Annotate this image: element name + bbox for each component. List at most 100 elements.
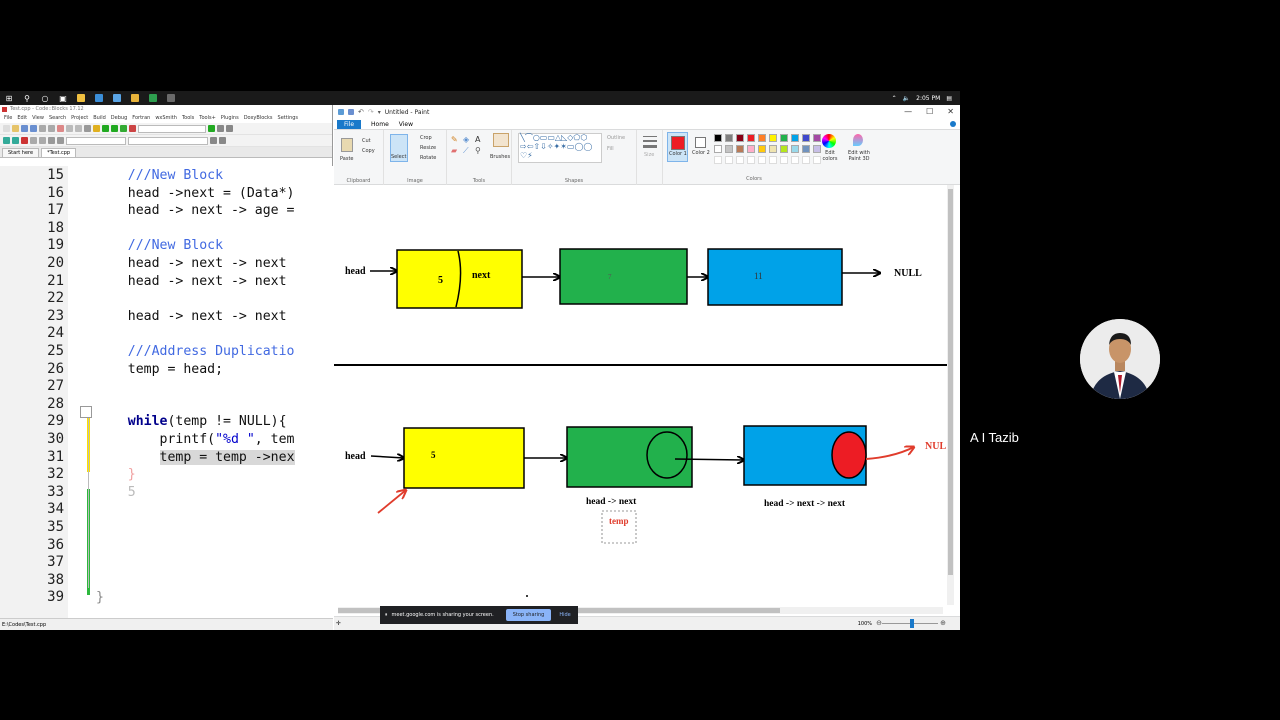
- copy-icon[interactable]: [66, 125, 73, 132]
- code-line[interactable]: printf("%d ", tem: [96, 432, 295, 447]
- uncomment-icon[interactable]: [57, 137, 64, 144]
- palette-swatch[interactable]: [714, 145, 722, 153]
- menu-item-doxyblocks[interactable]: DoxyBlocks: [244, 114, 273, 123]
- menu-item-tools-[interactable]: Tools+: [199, 114, 216, 123]
- save-all-icon[interactable]: [30, 125, 37, 132]
- palette-swatch[interactable]: [769, 145, 777, 153]
- palette-swatch[interactable]: [747, 134, 755, 142]
- code-line[interactable]: ///Address Duplicatio: [96, 344, 295, 359]
- code-line[interactable]: }: [96, 590, 104, 605]
- fill-button[interactable]: Fill: [607, 146, 614, 152]
- palette-swatch[interactable]: [769, 134, 777, 142]
- build-run-icon[interactable]: [111, 125, 118, 132]
- notification-icon[interactable]: ▤: [946, 95, 952, 102]
- menu-item-plugins[interactable]: Plugins: [221, 114, 239, 123]
- palette-swatch[interactable]: [725, 145, 733, 153]
- code-line[interactable]: ///New Block: [96, 168, 223, 183]
- custom-color-slot[interactable]: [791, 156, 799, 164]
- copy-button[interactable]: Copy: [362, 148, 375, 154]
- paint-icon[interactable]: [167, 94, 175, 102]
- maximize-icon[interactable]: ☐: [926, 107, 933, 116]
- app-icon-1[interactable]: [95, 94, 103, 102]
- eraser-icon[interactable]: ▰: [451, 146, 457, 155]
- debug-step-icon[interactable]: [217, 125, 224, 132]
- palette-swatch[interactable]: [736, 145, 744, 153]
- new-file-icon[interactable]: [3, 125, 10, 132]
- codeblocks-icon[interactable]: [149, 94, 157, 102]
- color-picker-icon[interactable]: ⟋: [463, 146, 469, 156]
- file-explorer-icon[interactable]: [77, 94, 85, 102]
- code-line[interactable]: head -> next -> next: [96, 274, 287, 289]
- edit-colors-button[interactable]: Edit colors: [820, 150, 840, 162]
- save-icon[interactable]: [21, 125, 28, 132]
- chevron-up-icon[interactable]: ⌃: [892, 95, 897, 102]
- back-icon[interactable]: [3, 137, 10, 144]
- custom-color-slot[interactable]: [769, 156, 777, 164]
- code-line[interactable]: 5: [96, 485, 136, 500]
- outline-button[interactable]: Outline: [607, 135, 625, 141]
- code-line[interactable]: head ->next = (Data*): [96, 186, 295, 201]
- fold-toggle[interactable]: [80, 406, 92, 418]
- size-button[interactable]: Size: [644, 152, 654, 158]
- abort-icon[interactable]: [129, 125, 136, 132]
- crop-button[interactable]: Crop: [420, 135, 432, 141]
- custom-color-slot[interactable]: [725, 156, 733, 164]
- stop-sharing-button[interactable]: Stop sharing: [505, 609, 552, 621]
- forward-icon[interactable]: [12, 137, 19, 144]
- color2-button[interactable]: Color 2: [691, 132, 711, 162]
- zoom-in-icon[interactable]: ⊕: [940, 619, 946, 627]
- canvas-drawing[interactable]: head 5 next 7 11 NULL head 5 NUL head ->…: [334, 185, 947, 605]
- code-line[interactable]: ///New Block: [96, 238, 223, 253]
- text-icon[interactable]: A: [475, 135, 480, 144]
- run-icon[interactable]: [102, 125, 109, 132]
- fill-bucket-icon[interactable]: ◈: [463, 135, 469, 144]
- custom-color-slot[interactable]: [747, 156, 755, 164]
- minimize-icon[interactable]: —: [904, 107, 912, 116]
- select-button[interactable]: Select: [391, 154, 406, 160]
- palette-swatch[interactable]: [736, 134, 744, 142]
- redo-icon[interactable]: ↷: [368, 108, 374, 116]
- palette-swatch[interactable]: [780, 145, 788, 153]
- palette-swatch[interactable]: [791, 134, 799, 142]
- code-line[interactable]: head -> next -> next: [96, 256, 287, 271]
- menu-item-search[interactable]: Search: [49, 114, 66, 123]
- palette-swatch[interactable]: [791, 145, 799, 153]
- paint3d-icon[interactable]: [853, 134, 863, 146]
- menu-item-edit[interactable]: Edit: [17, 114, 27, 123]
- cut-button[interactable]: Cut: [362, 138, 371, 144]
- bookmark-icon[interactable]: [21, 137, 28, 144]
- debug-next-icon[interactable]: [226, 125, 233, 132]
- bookmark-prev-icon[interactable]: [30, 137, 37, 144]
- color1-button[interactable]: Color 1: [667, 132, 688, 162]
- chrome-icon[interactable]: [131, 94, 139, 102]
- custom-color-slot[interactable]: [802, 156, 810, 164]
- jump-back-icon[interactable]: [219, 137, 226, 144]
- find-icon[interactable]: [84, 125, 91, 132]
- zoom-slider-knob[interactable]: [910, 619, 914, 628]
- code-line[interactable]: head -> next -> age =: [96, 203, 295, 218]
- palette-swatch[interactable]: [780, 134, 788, 142]
- custom-color-slot[interactable]: [780, 156, 788, 164]
- edit-colors-icon[interactable]: [822, 134, 836, 148]
- build-icon[interactable]: [93, 125, 100, 132]
- menu-item-build[interactable]: Build: [93, 114, 106, 123]
- code-line[interactable]: temp = head;: [96, 362, 223, 377]
- cut-icon[interactable]: [57, 125, 64, 132]
- volume-icon[interactable]: 🔈: [903, 95, 910, 102]
- paste-icon[interactable]: [75, 125, 82, 132]
- menu-item-settings[interactable]: Settings: [278, 114, 299, 123]
- jump-icon[interactable]: [210, 137, 217, 144]
- paste-button[interactable]: Paste: [340, 156, 354, 162]
- tab-start-here[interactable]: Start here: [2, 148, 40, 157]
- customize-chevron-down-icon[interactable]: ▾: [378, 109, 381, 116]
- brushes-button[interactable]: Brushes: [490, 154, 510, 160]
- help-icon[interactable]: [950, 121, 956, 127]
- code-editor[interactable]: 15 16 17 18 19 20 21 22 23 24 25 26 27 28 29 30 31 32 33 34…: [0, 166, 333, 618]
- custom-color-slot[interactable]: [758, 156, 766, 164]
- bookmark-next-icon[interactable]: [39, 137, 46, 144]
- code-line[interactable]: }: [96, 467, 136, 482]
- code-line[interactable]: temp = temp ->nex: [96, 449, 295, 465]
- paint-canvas[interactable]: head 5 next 7 11 NULL head 5 NUL head ->…: [334, 185, 947, 605]
- cortana-icon[interactable]: ○: [38, 92, 52, 104]
- palette-swatch[interactable]: [747, 145, 755, 153]
